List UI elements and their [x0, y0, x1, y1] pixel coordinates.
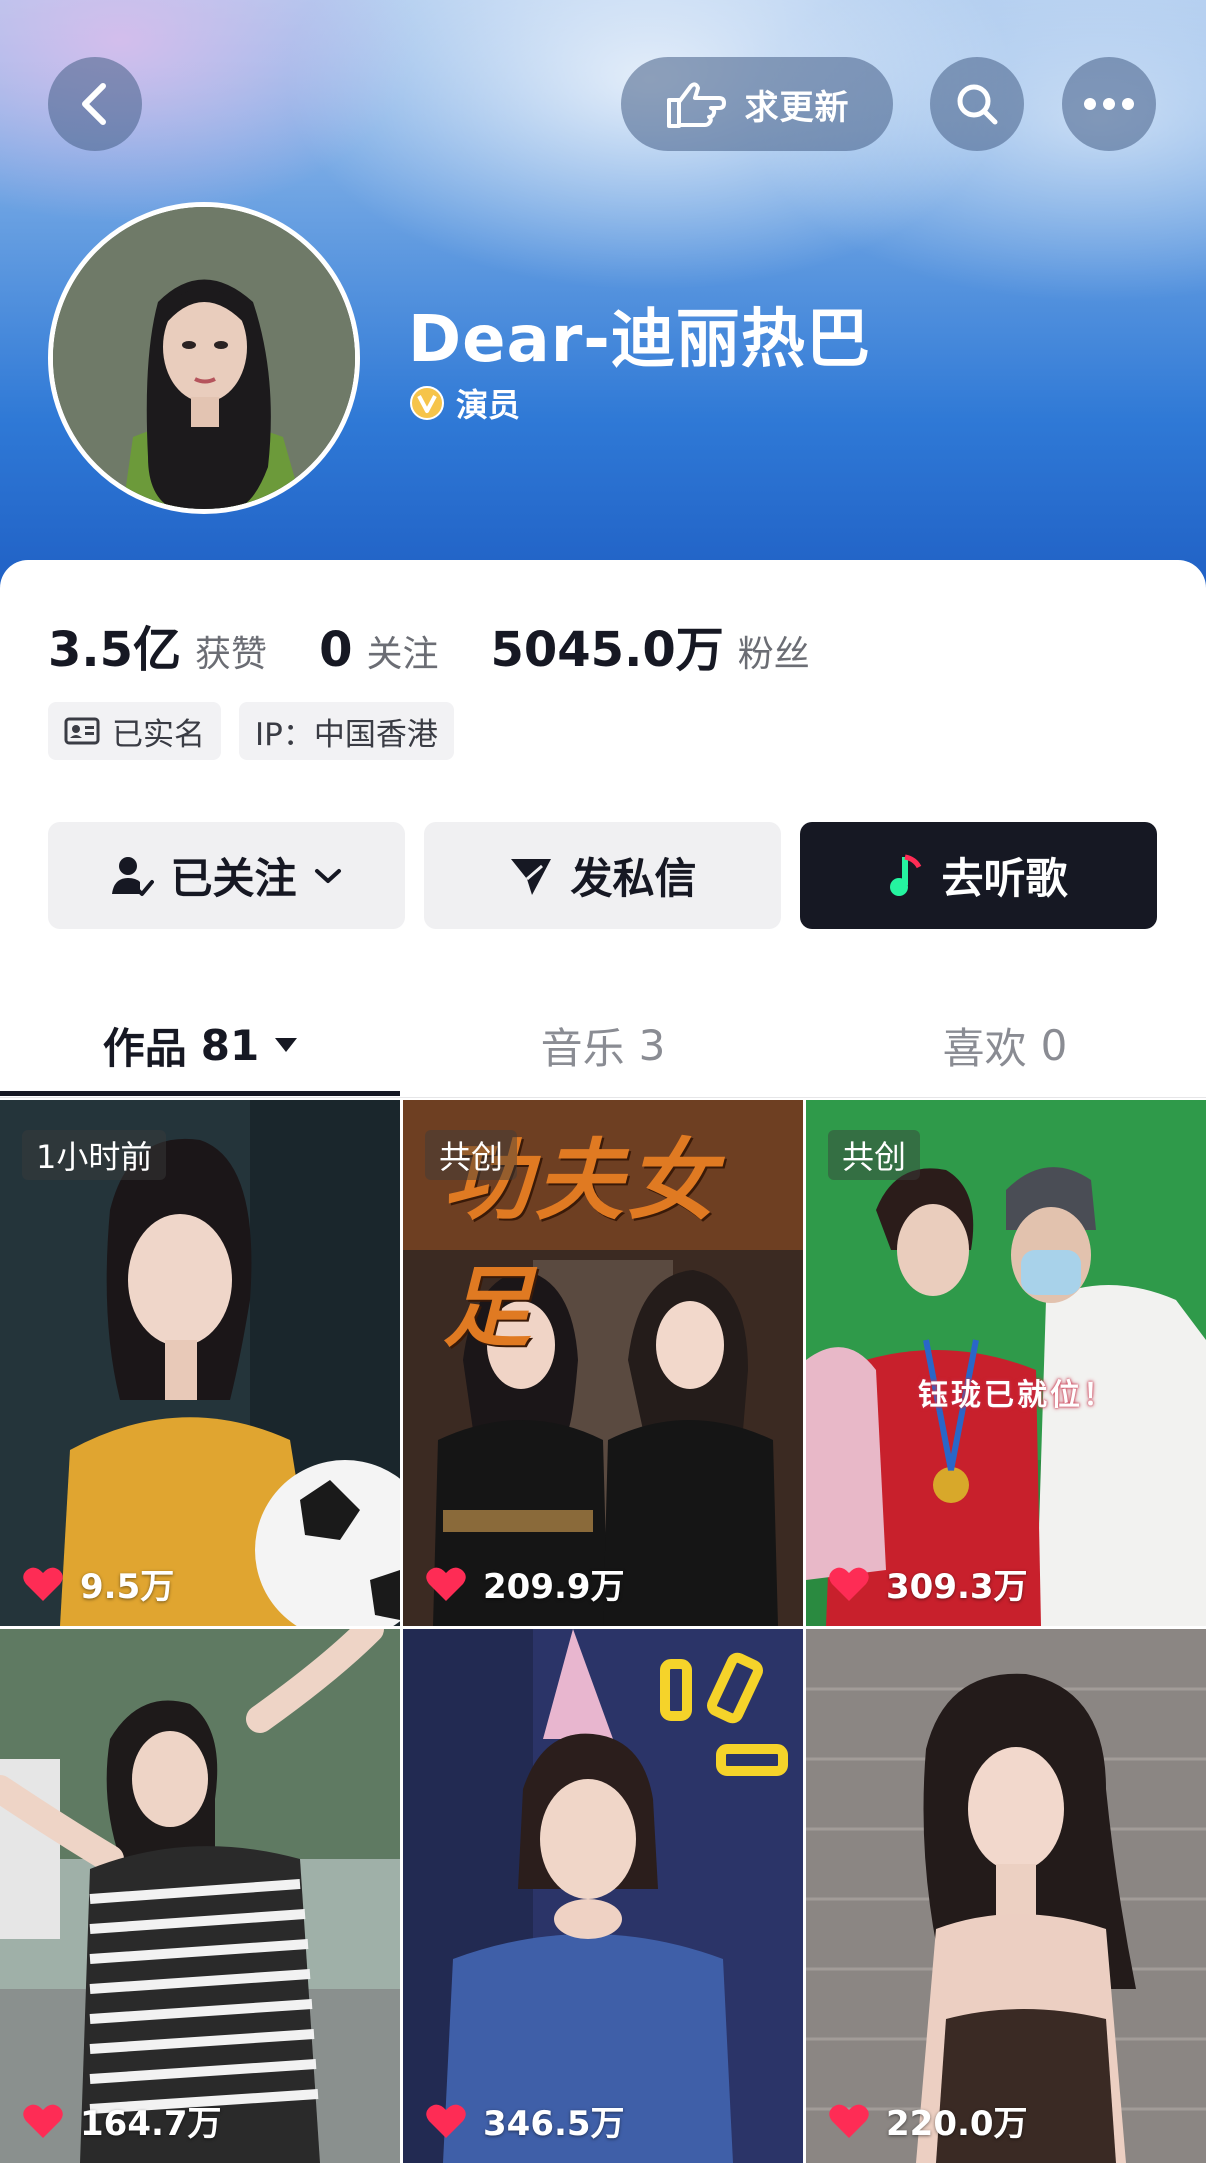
real-name-tag: 已实名	[48, 702, 221, 760]
video-likes: 9.5万	[22, 1559, 174, 1608]
tab-music[interactable]: 音乐 3	[402, 990, 804, 1100]
request-update-button[interactable]: 求更新	[621, 57, 893, 151]
active-tab-indicator	[0, 1091, 400, 1096]
video-item[interactable]: 功夫女足 共创 209.9万	[403, 1100, 803, 1626]
profile-tags: 已实名 IP：中国香港	[48, 702, 454, 760]
video-cocreate-badge: 共创	[425, 1130, 518, 1180]
following-count[interactable]: 0	[319, 622, 352, 678]
tab-music-label: 音乐	[540, 1023, 625, 1073]
send-icon	[511, 858, 552, 895]
chevron-down-icon	[314, 868, 341, 883]
video-likes-count: 220.0万	[886, 2104, 1028, 2144]
request-update-label: 求更新	[744, 87, 850, 128]
id-card-icon	[64, 717, 100, 745]
avatar-image	[53, 207, 355, 509]
following-label[interactable]: 关注	[366, 625, 438, 677]
video-time-badge: 1小时前	[22, 1130, 167, 1180]
message-button[interactable]: 发私信	[424, 822, 781, 929]
user-check-icon	[112, 856, 155, 896]
more-dots-icon	[1084, 98, 1134, 110]
avatar[interactable]	[48, 202, 360, 514]
heart-icon	[829, 1567, 869, 1601]
heart-icon	[426, 1567, 466, 1601]
real-name-label: 已实名	[112, 716, 205, 753]
action-buttons: 已关注 发私信 去听歌	[48, 822, 1157, 929]
followers-label[interactable]: 粉丝	[738, 625, 810, 677]
video-likes: 309.3万	[828, 1559, 1028, 1608]
music-note-icon	[890, 854, 922, 896]
following-button-label: 已关注	[170, 854, 297, 903]
chevron-left-icon	[82, 83, 106, 125]
video-likes-count: 9.5万	[80, 1567, 175, 1607]
tab-likes-count: 0	[1040, 1020, 1068, 1070]
more-button[interactable]	[1062, 57, 1156, 151]
video-caption: 钰珑已就位！	[918, 1378, 1116, 1413]
video-likes: 346.5万	[425, 2096, 625, 2145]
username: Dear-迪丽热巴	[408, 303, 871, 377]
followers-count[interactable]: 5045.0万	[490, 610, 723, 680]
video-thumbnail	[403, 1629, 803, 2163]
video-item[interactable]: 1小时前 9.5万	[0, 1100, 400, 1626]
tab-music-count: 3	[638, 1020, 666, 1070]
content-tabs: 作品 81 音乐 3 喜欢 0	[0, 990, 1206, 1100]
video-likes: 220.0万	[828, 2096, 1028, 2145]
tab-works-label: 作品	[102, 1023, 187, 1073]
video-item[interactable]: 346.5万	[403, 1629, 803, 2163]
verified-v-icon	[410, 386, 444, 420]
video-grid: 1小时前 9.5万 功夫女足 共创 209.9万 钰珑已就位！ 共创 309.3…	[0, 1100, 1206, 2163]
video-likes-count: 164.7万	[80, 2104, 222, 2144]
tab-likes-label: 喜欢	[942, 1023, 1027, 1073]
tabs-divider	[0, 1097, 1206, 1098]
search-icon	[957, 84, 998, 125]
video-item[interactable]: 164.7万	[0, 1629, 400, 2163]
following-button[interactable]: 已关注	[48, 822, 405, 929]
search-button[interactable]	[930, 57, 1024, 151]
tab-likes[interactable]: 喜欢 0	[804, 990, 1206, 1100]
video-thumbnail	[806, 1629, 1206, 2163]
verification-badge: 演员	[408, 380, 520, 426]
video-cocreate-badge: 共创	[828, 1130, 921, 1180]
likes-count: 3.5亿	[48, 622, 182, 678]
back-button[interactable]	[48, 57, 142, 151]
video-likes-count: 209.9万	[483, 1567, 625, 1607]
tab-works[interactable]: 作品 81	[0, 990, 402, 1100]
listen-music-button[interactable]: 去听歌	[800, 822, 1157, 929]
listen-music-label: 去听歌	[941, 854, 1068, 903]
video-likes-count: 309.3万	[886, 1567, 1028, 1607]
heart-icon	[23, 2104, 63, 2138]
video-item[interactable]: 钰珑已就位！ 共创 309.3万	[806, 1100, 1206, 1626]
heart-icon	[23, 1567, 63, 1601]
pointing-hand-icon	[666, 82, 726, 128]
ip-location-label: IP：中国香港	[255, 716, 438, 753]
video-item[interactable]: 220.0万	[806, 1629, 1206, 2163]
heart-icon	[829, 2104, 869, 2138]
verify-label: 演员	[456, 386, 521, 424]
video-likes: 164.7万	[22, 2096, 222, 2145]
video-likes-count: 346.5万	[483, 2104, 625, 2144]
ip-location-tag: IP：中国香港	[239, 702, 454, 760]
likes-label: 获赞	[195, 634, 268, 675]
video-thumbnail	[0, 1629, 400, 2163]
message-button-label: 发私信	[570, 854, 697, 903]
tab-works-count: 81	[200, 1020, 260, 1070]
caret-down-icon[interactable]	[273, 1036, 299, 1054]
stats-row: 3.5亿 获赞 0 关注 5045.0万 粉丝	[48, 610, 862, 678]
video-likes: 209.9万	[425, 1559, 625, 1608]
heart-icon	[426, 2104, 466, 2138]
